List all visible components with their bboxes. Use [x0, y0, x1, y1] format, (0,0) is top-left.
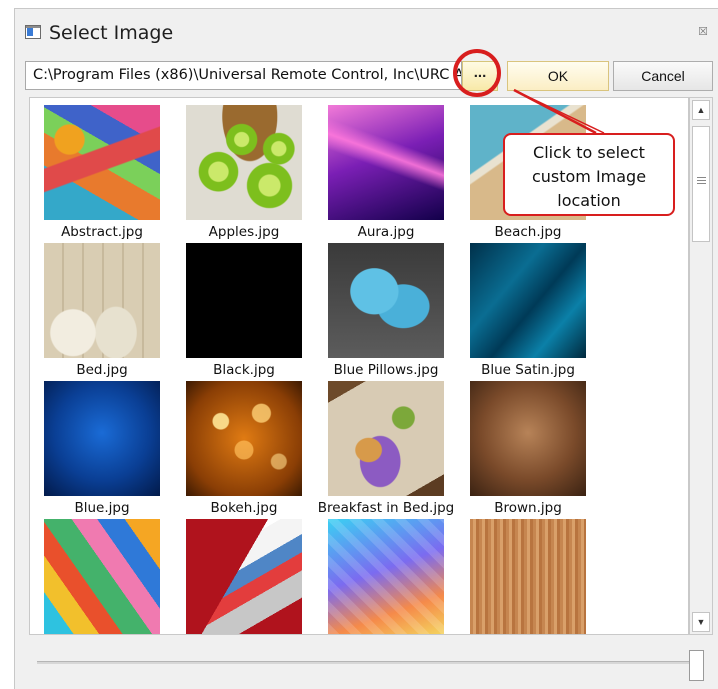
- image-thumbnail-item[interactable]: Breakfast in Bed.jpg: [314, 379, 454, 516]
- image-thumbnail[interactable]: [470, 381, 586, 496]
- callout-tooltip: Click to select custom Image location: [503, 133, 675, 216]
- image-thumbnail-item[interactable]: Apples.jpg: [172, 103, 312, 240]
- image-thumbnail-item[interactable]: Blue Pillows.jpg: [314, 241, 454, 378]
- image-thumbnail[interactable]: [186, 105, 302, 220]
- image-thumbnail[interactable]: [186, 243, 302, 358]
- image-thumbnail-item[interactable]: [314, 517, 454, 634]
- cancel-button[interactable]: Cancel: [613, 61, 713, 91]
- image-thumbnail-item[interactable]: [172, 517, 312, 634]
- image-thumbnail[interactable]: [44, 519, 160, 634]
- image-thumbnail-item[interactable]: Black.jpg: [172, 241, 312, 378]
- image-thumbnail[interactable]: [44, 243, 160, 358]
- image-thumbnail[interactable]: [328, 243, 444, 358]
- image-thumbnail[interactable]: [186, 519, 302, 634]
- image-thumbnail-label: Apples.jpg: [208, 224, 280, 240]
- image-thumbnail[interactable]: [328, 381, 444, 496]
- image-thumbnail-label: Bed.jpg: [76, 362, 128, 378]
- image-thumbnail-item[interactable]: Aura.jpg: [314, 103, 454, 240]
- image-thumbnail-label: Black.jpg: [213, 362, 275, 378]
- image-thumbnail-item[interactable]: Blue.jpg: [30, 379, 170, 516]
- image-thumbnail[interactable]: [44, 105, 160, 220]
- image-thumbnail-item[interactable]: [30, 517, 170, 634]
- window-title: Select Image: [49, 22, 174, 44]
- callout-line-2: custom Image: [531, 167, 647, 186]
- image-thumbnail-item[interactable]: [456, 517, 596, 634]
- image-thumbnail-label: Brown.jpg: [494, 500, 562, 516]
- image-thumbnail[interactable]: [328, 519, 444, 634]
- image-thumbnail[interactable]: [186, 381, 302, 496]
- scroll-up-arrow-icon[interactable]: ▲: [692, 100, 710, 120]
- close-icon[interactable]: ☒: [696, 25, 710, 39]
- ok-button[interactable]: OK: [507, 61, 609, 91]
- image-thumbnail-label: Aura.jpg: [357, 224, 415, 240]
- thumbnail-size-slider-track[interactable]: [37, 661, 689, 664]
- image-thumbnail-label: Blue.jpg: [74, 500, 130, 516]
- image-thumbnail-label: Blue Pillows.jpg: [333, 362, 439, 378]
- scroll-down-arrow-icon[interactable]: ▼: [692, 612, 710, 632]
- image-thumbnail[interactable]: [470, 243, 586, 358]
- browse-location-button[interactable]: ...: [462, 61, 498, 91]
- image-thumbnail-label: Bokeh.jpg: [210, 500, 278, 516]
- image-thumbnail-item[interactable]: Bed.jpg: [30, 241, 170, 378]
- title-bar[interactable]: Select Image ☒: [15, 9, 718, 53]
- image-thumbnail-label: Breakfast in Bed.jpg: [317, 500, 455, 516]
- vertical-scrollbar[interactable]: ▲ ▼: [689, 97, 713, 635]
- image-thumbnail-label: Beach.jpg: [494, 224, 562, 240]
- image-thumbnail[interactable]: [328, 105, 444, 220]
- window-app-icon: [25, 25, 41, 39]
- image-thumbnail[interactable]: [44, 381, 160, 496]
- image-thumbnail-item[interactable]: Blue Satin.jpg: [456, 241, 596, 378]
- image-thumbnail[interactable]: [470, 519, 586, 634]
- image-thumbnail-label: Blue Satin.jpg: [481, 362, 575, 378]
- select-image-dialog: Select Image ☒ C:\Program Files (x86)\Un…: [14, 8, 718, 689]
- image-path-field[interactable]: C:\Program Files (x86)\Universal Remote …: [25, 61, 462, 90]
- callout-line-3: location: [557, 191, 621, 210]
- grip-icon: [697, 177, 706, 178]
- scrollbar-thumb[interactable]: [692, 126, 710, 242]
- thumbnail-size-slider-thumb[interactable]: [689, 650, 704, 681]
- image-thumbnail-label: Abstract.jpg: [61, 224, 143, 240]
- image-thumbnail-item[interactable]: Bokeh.jpg: [172, 379, 312, 516]
- image-thumbnail-item[interactable]: Brown.jpg: [456, 379, 596, 516]
- callout-line-1: Click to select: [533, 143, 645, 162]
- image-thumbnail-item[interactable]: Abstract.jpg: [30, 103, 170, 240]
